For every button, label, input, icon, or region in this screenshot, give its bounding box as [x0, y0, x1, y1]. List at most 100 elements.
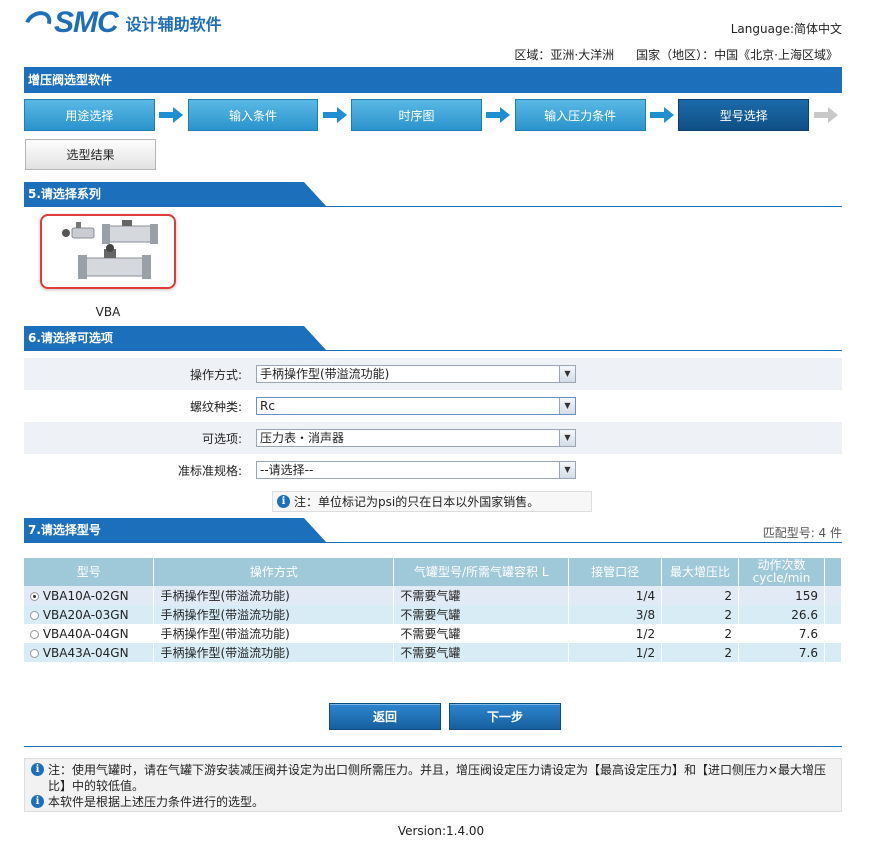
info-icon: i [31, 795, 44, 808]
tank-cell: 不需要气罐 [393, 586, 570, 605]
table-row[interactable]: VBA20A-03GN 手柄操作型(带溢流功能) 不需要气罐 3/8 2 26.… [24, 605, 843, 624]
row-radio[interactable] [30, 648, 39, 658]
option-row-operation: 操作方式: 手柄操作型(带溢流功能) ▼ [24, 358, 842, 390]
step-usage[interactable]: 用途选择 [24, 99, 155, 131]
footer-note-basis-text: 本软件是根据上述压力条件进行的选型。 [48, 795, 265, 809]
back-button[interactable]: 返回 [329, 703, 441, 730]
port-cell: 1/2 [568, 643, 663, 662]
col-operation[interactable]: 操作方式 [153, 558, 395, 586]
ratio-cell: 2 [661, 605, 740, 624]
col-port[interactable]: 接管口径 [568, 558, 663, 586]
semi-standard-label: 准标准规格: [177, 463, 242, 478]
info-icon: i [277, 495, 290, 508]
tank-cell: 不需要气罐 [393, 643, 570, 662]
chevron-down-icon[interactable]: ▼ [559, 462, 575, 478]
logo-text: SMC [54, 6, 119, 39]
row-radio[interactable] [30, 591, 39, 601]
semi-standard-select[interactable]: --请选择-- ▼ [256, 461, 576, 479]
cycles-cell: 26.6 [738, 605, 825, 624]
operation-select[interactable]: 手柄操作型(带溢流功能) ▼ [256, 365, 576, 383]
arrow-right-icon [318, 99, 351, 131]
psi-note: i 注：单位标记为psi的只在日本以外国家销售。 [272, 491, 592, 512]
region-label[interactable]: 区域：亚洲·大洋洲 [514, 48, 614, 62]
info-icon: i [31, 763, 44, 776]
model-cell[interactable]: VBA40A-04GN [24, 624, 155, 643]
operation-cell: 手柄操作型(带溢流功能) [153, 586, 395, 605]
col-model[interactable]: 型号 [24, 558, 155, 586]
table-row[interactable]: VBA10A-02GN 手柄操作型(带溢流功能) 不需要气罐 1/4 2 159 [24, 586, 843, 605]
smc-swoosh-icon [20, 6, 56, 40]
ratio-cell: 2 [661, 586, 740, 605]
semi-standard-select-value: --请选择-- [260, 463, 314, 477]
chevron-down-icon[interactable]: ▼ [559, 398, 575, 414]
options-form: 操作方式: 手柄操作型(带溢流功能) ▼ 螺纹种类: Rc ▼ 可选项: 压力表・消… [24, 358, 842, 486]
section-options-title: 6.请选择可选项 [24, 326, 326, 350]
thread-label: 螺纹种类: [189, 399, 242, 414]
app-name: 设计辅助软件 [125, 15, 222, 34]
port-cell: 1/2 [568, 624, 663, 643]
operation-cell: 手柄操作型(带溢流功能) [153, 605, 395, 624]
product-card-vba[interactable] [40, 214, 176, 289]
model-value: VBA43A-04GN [42, 645, 129, 660]
selection-result-button[interactable]: 选型结果 [25, 139, 156, 170]
step-pressure-conditions[interactable]: 输入压力条件 [514, 99, 646, 131]
version-label: Version:1.4.00 [397, 824, 485, 838]
arrow-right-icon [646, 99, 679, 131]
psi-note-text: 注：单位标记为psi的只在日本以外国家销售。 [294, 495, 540, 509]
option-row-semi-standard: 准标准规格: --请选择-- ▼ [24, 454, 842, 486]
footer-note-tank-text: 注：使用气罐时，请在气罐下游安装减压阀并设定为出口侧所需压力。并且，增压阀设定压… [48, 763, 827, 793]
chevron-down-icon[interactable]: ▼ [559, 430, 575, 446]
model-cell[interactable]: VBA20A-03GN [24, 605, 155, 624]
booster-valve-product-image [62, 220, 158, 279]
footer-notes: i 注：使用气罐时，请在气罐下游安装减压阀并设定为出口侧所需压力。并且，增压阀设定… [24, 758, 842, 812]
scroll-cell [824, 605, 843, 624]
country-label[interactable]: 国家（地区）：中国《北京·上海区域》 [636, 48, 838, 62]
table-header-row: 型号 操作方式 气罐型号/所需气罐容积 L 接管口径 最大增压比 动作次数 cy… [24, 558, 843, 586]
options-select-value: 压力表・消声器 [260, 431, 345, 445]
operation-cell: 手柄操作型(带溢流功能) [153, 624, 395, 643]
arrow-right-disabled-icon [809, 99, 842, 131]
section-series-title: 5.请选择系列 [24, 182, 326, 206]
port-cell: 1/4 [568, 586, 663, 605]
ratio-cell: 2 [661, 624, 740, 643]
scroll-cell [824, 624, 843, 643]
section-series-header: 5.请选择系列 [24, 182, 842, 207]
footer-note-basis: i 本软件是根据上述压力条件进行的选型。 [31, 794, 835, 810]
section-models-header: 7.请选择型号 匹配型号: 4 件 [24, 518, 842, 543]
chevron-down-icon[interactable]: ▼ [559, 366, 575, 382]
thread-select-value: Rc [260, 399, 275, 413]
model-table: 型号 操作方式 气罐型号/所需气罐容积 L 接管口径 最大增压比 动作次数 cy… [24, 558, 843, 662]
section-options-header: 6.请选择可选项 [24, 326, 842, 351]
table-row[interactable]: VBA40A-04GN 手柄操作型(带溢流功能) 不需要气罐 1/2 2 7.6 [24, 624, 843, 643]
thread-select[interactable]: Rc ▼ [256, 397, 576, 415]
language-selector[interactable]: Language:简体中文 [731, 20, 842, 37]
step-model-selection[interactable]: 型号选择 [678, 99, 810, 131]
scroll-cell [824, 586, 843, 605]
section-models-title: 7.请选择型号 [24, 518, 326, 542]
step-input-conditions[interactable]: 输入条件 [187, 99, 319, 131]
smc-logo: SMC 设计辅助软件 [20, 6, 222, 40]
col-cycles[interactable]: 动作次数 cycle/min [738, 558, 825, 586]
footer-divider [24, 746, 842, 747]
operation-cell: 手柄操作型(带溢流功能) [153, 643, 395, 662]
table-row[interactable]: VBA43A-04GN 手柄操作型(带溢流功能) 不需要气罐 1/2 2 7.6 [24, 643, 843, 662]
step-timing-chart[interactable]: 时序图 [351, 99, 482, 131]
model-value: VBA40A-04GN [42, 626, 129, 641]
col-ratio[interactable]: 最大增压比 [661, 558, 740, 586]
model-cell[interactable]: VBA43A-04GN [24, 643, 155, 662]
col-scroll [824, 558, 843, 586]
port-cell: 3/8 [568, 605, 663, 624]
cycles-cell: 159 [738, 586, 825, 605]
page-title-bar: 增压阀选型软件 [24, 67, 842, 93]
row-radio[interactable] [30, 610, 39, 620]
product-label: VBA [95, 305, 121, 319]
model-cell[interactable]: VBA10A-02GN [24, 586, 155, 605]
col-tank[interactable]: 气罐型号/所需气罐容积 L [393, 558, 570, 586]
option-row-options: 可选项: 压力表・消声器 ▼ [24, 422, 842, 454]
operation-label: 操作方式: [189, 367, 242, 382]
next-button[interactable]: 下一步 [449, 703, 561, 730]
options-select[interactable]: 压力表・消声器 ▼ [256, 429, 576, 447]
match-count: 匹配型号: 4 件 [762, 526, 842, 540]
row-radio[interactable] [30, 629, 39, 639]
cycles-cell: 7.6 [738, 624, 825, 643]
